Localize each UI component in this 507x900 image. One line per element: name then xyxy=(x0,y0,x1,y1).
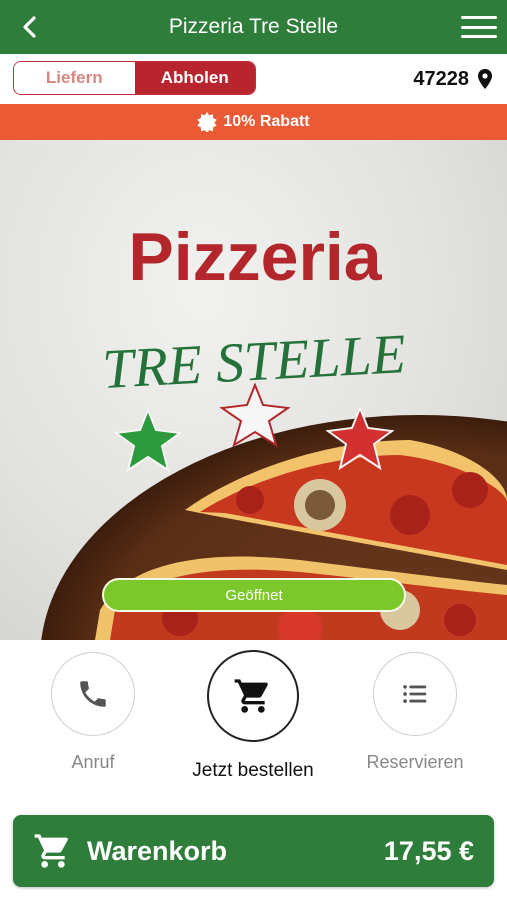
hamburger-menu-icon xyxy=(461,16,497,19)
order-mode-toggle: Liefern Abholen xyxy=(13,61,256,95)
cart-icon xyxy=(234,679,268,713)
phone-icon xyxy=(80,681,106,707)
action-row: Anruf Jetzt bestellen Reservieren xyxy=(0,640,507,800)
zip-code: 47228 xyxy=(413,67,469,90)
top-bar: Pizzeria Tre Stelle xyxy=(0,0,507,54)
mode-option-liefern[interactable]: Liefern xyxy=(14,62,135,94)
reserve-label: Reservieren xyxy=(366,752,464,772)
page-title: Pizzeria Tre Stelle xyxy=(168,15,339,38)
call-label: Anruf xyxy=(71,752,115,772)
location-selector[interactable]: 47228 xyxy=(413,64,493,94)
status-badge: Geöffnet xyxy=(102,578,406,612)
reserve-button[interactable]: Reservieren xyxy=(340,652,490,773)
logo-line1: Pizzeria xyxy=(128,219,382,295)
cart-label: Warenkorb xyxy=(87,835,228,866)
cart-total: 17,55 € xyxy=(383,835,474,866)
menu-button[interactable] xyxy=(461,13,497,41)
badge-star-icon xyxy=(197,112,218,132)
cart-icon xyxy=(34,834,68,868)
star-green-icon xyxy=(113,407,183,473)
discount-banner: 10% Rabatt xyxy=(0,104,507,140)
hero-illustration: Pizzeria TRE STELLE xyxy=(41,219,507,640)
order-now-label: Jetzt bestellen xyxy=(192,760,314,781)
location-pin-icon xyxy=(478,69,492,89)
hero-image: Pizzeria TRE STELLE Geöffnet xyxy=(0,140,507,640)
list-icon xyxy=(403,685,427,703)
logo-line2: TRE STELLE xyxy=(101,323,407,401)
order-mode-row: Liefern Abholen 47228 xyxy=(0,54,507,104)
mode-option-abholen[interactable]: Abholen xyxy=(134,62,255,94)
call-button[interactable]: Anruf xyxy=(18,652,168,773)
order-now-button[interactable]: Jetzt bestellen xyxy=(178,650,328,782)
discount-label: 10% Rabatt xyxy=(223,113,310,130)
cart-button[interactable]: Warenkorb 17,55 € xyxy=(13,815,494,887)
